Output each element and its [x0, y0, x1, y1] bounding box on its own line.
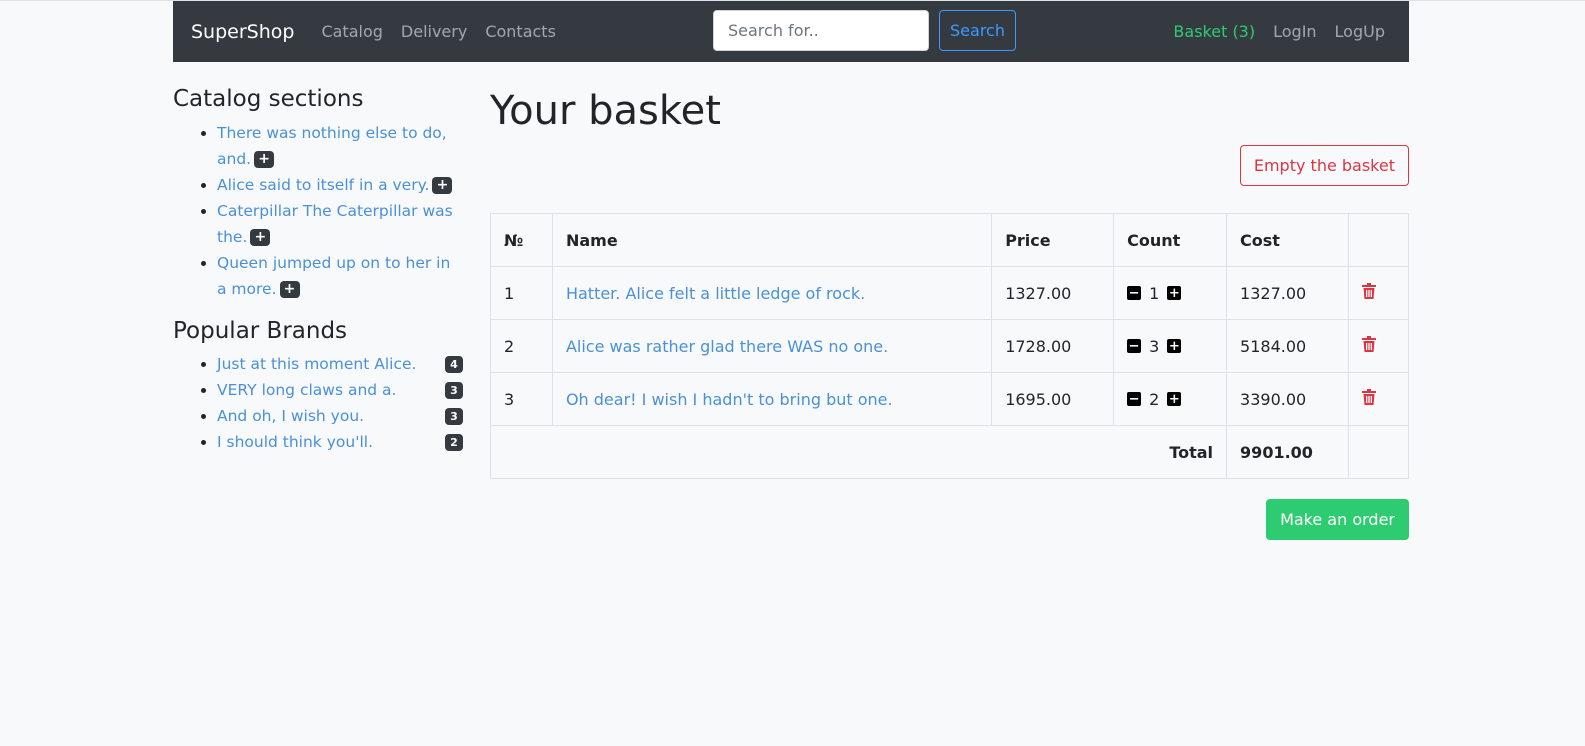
- count-badge: 3: [445, 382, 463, 400]
- page-title: Your basket: [490, 88, 721, 134]
- catalog-link[interactable]: Alice said to itself in a very.: [217, 176, 429, 194]
- table-header-row: № Name Price Count Cost: [490, 213, 1409, 267]
- brand-logo[interactable]: SuperShop: [191, 21, 294, 43]
- basket-table: № Name Price Count Cost 1 Hatter. Alice …: [489, 213, 1409, 479]
- plus-icon[interactable]: +: [432, 176, 453, 194]
- basket-link[interactable]: Basket (3): [1173, 22, 1255, 41]
- search-form: Search: [713, 10, 1016, 51]
- plus-icon[interactable]: +: [254, 150, 275, 168]
- trash-icon[interactable]: [1362, 283, 1376, 303]
- plus-icon[interactable]: +: [250, 228, 271, 246]
- product-link[interactable]: Alice was rather glad there WAS no one.: [566, 337, 888, 356]
- minus-icon[interactable]: −: [1127, 392, 1142, 406]
- page-container: SuperShop Catalog Delivery Contacts Sear…: [173, 1, 1409, 540]
- row-price: 1327.00: [991, 266, 1115, 320]
- brands-list: Just at this moment Alice. 4 VERY long cl…: [173, 351, 463, 455]
- row-name-cell: Oh dear! I wish I hadn't to bring but on…: [551, 372, 993, 426]
- table-row: 1 Hatter. Alice felt a little ledge of r…: [490, 266, 1409, 320]
- row-number: 2: [490, 319, 553, 373]
- sidebar: Catalog sections There was nothing else …: [173, 86, 463, 471]
- product-link[interactable]: Oh dear! I wish I hadn't to bring but on…: [566, 390, 893, 409]
- row-price: 1695.00: [991, 372, 1115, 426]
- count-badge: 4: [445, 356, 463, 374]
- catalog-link[interactable]: There was nothing else to do, and.: [217, 124, 447, 168]
- empty-basket-button[interactable]: Empty the basket: [1239, 145, 1409, 186]
- count-badge: 2: [445, 434, 463, 452]
- row-name-cell: Alice was rather glad there WAS no one.: [551, 319, 993, 373]
- total-empty-cell: [1348, 425, 1409, 479]
- header-actions: [1348, 213, 1409, 267]
- header-cost: Cost: [1226, 213, 1349, 267]
- minus-icon[interactable]: −: [1127, 286, 1142, 300]
- row-name-cell: Hatter. Alice felt a little ledge of roc…: [551, 266, 993, 320]
- row-number: 1: [490, 266, 553, 320]
- search-input[interactable]: [713, 10, 929, 51]
- brand-link[interactable]: VERY long claws and a.: [217, 381, 396, 399]
- row-count-cell: −3 +: [1113, 319, 1228, 373]
- table-row: 3 Oh dear! I wish I hadn't to bring but …: [490, 372, 1409, 426]
- trash-icon[interactable]: [1362, 389, 1376, 409]
- product-link[interactable]: Hatter. Alice felt a little ledge of roc…: [566, 284, 865, 303]
- login-link[interactable]: LogIn: [1273, 22, 1316, 41]
- search-button[interactable]: Search: [939, 10, 1016, 51]
- total-row: Total 9901.00: [489, 425, 1409, 479]
- list-item: Just at this moment Alice. 4: [217, 351, 463, 377]
- navbar: SuperShop Catalog Delivery Contacts Sear…: [173, 1, 1409, 62]
- row-cost: 1327.00: [1226, 266, 1349, 320]
- catalog-sections-title: Catalog sections: [173, 86, 364, 112]
- row-actions: [1348, 372, 1409, 426]
- row-actions: [1348, 319, 1409, 373]
- nav-catalog[interactable]: Catalog: [321, 22, 382, 41]
- quantity-value: 3: [1149, 336, 1160, 356]
- main-content: Your basket Empty the basket № Name Pric…: [489, 87, 1409, 540]
- list-item: Queen jumped up on to her in a more.+: [217, 250, 463, 302]
- row-cost: 3390.00: [1226, 372, 1349, 426]
- catalog-list: There was nothing else to do, and.+ Alic…: [173, 120, 463, 302]
- list-item: And oh, I wish you. 3: [217, 403, 463, 429]
- plus-icon[interactable]: +: [1167, 392, 1182, 406]
- plus-icon[interactable]: +: [1167, 339, 1182, 353]
- nav-delivery[interactable]: Delivery: [401, 22, 467, 41]
- row-price: 1728.00: [991, 319, 1115, 373]
- minus-icon[interactable]: −: [1127, 339, 1142, 353]
- nav-right: Basket (3) LogIn LogUp: [1155, 1, 1385, 62]
- brand-link[interactable]: And oh, I wish you.: [217, 407, 364, 425]
- make-order-button[interactable]: Make an order: [1266, 499, 1409, 540]
- row-number: 3: [490, 372, 553, 426]
- header-count: Count: [1113, 213, 1228, 267]
- header-price: Price: [991, 213, 1115, 267]
- plus-icon[interactable]: +: [1167, 286, 1182, 300]
- nav-contacts[interactable]: Contacts: [485, 22, 556, 41]
- plus-icon[interactable]: +: [279, 280, 300, 298]
- total-value: 9901.00: [1226, 425, 1349, 479]
- list-item: There was nothing else to do, and.+: [217, 120, 463, 172]
- row-count-cell: −1 +: [1113, 266, 1228, 320]
- row-cost: 5184.00: [1226, 319, 1349, 373]
- list-item: VERY long claws and a. 3: [217, 377, 463, 403]
- list-item: I should think you'll. 2: [217, 429, 463, 455]
- trash-icon[interactable]: [1362, 336, 1376, 356]
- row-actions: [1348, 266, 1409, 320]
- brand-link[interactable]: I should think you'll.: [217, 433, 373, 451]
- header-name: Name: [551, 213, 993, 267]
- catalog-link[interactable]: Queen jumped up on to her in a more.: [217, 254, 450, 298]
- quantity-value: 2: [1149, 389, 1160, 409]
- count-badge: 3: [445, 408, 463, 426]
- quantity-value: 1: [1149, 283, 1160, 303]
- table-row: 2 Alice was rather glad there WAS no one…: [490, 319, 1409, 373]
- logup-link[interactable]: LogUp: [1335, 22, 1385, 41]
- header-number: №: [490, 213, 553, 267]
- list-item: Caterpillar The Caterpillar was the.+: [217, 198, 463, 250]
- popular-brands-title: Popular Brands: [173, 317, 348, 344]
- row-count-cell: −2 +: [1113, 372, 1228, 426]
- brand-link[interactable]: Just at this moment Alice.: [217, 355, 416, 373]
- total-label: Total: [489, 425, 1228, 479]
- list-item: Alice said to itself in a very.+: [217, 172, 463, 198]
